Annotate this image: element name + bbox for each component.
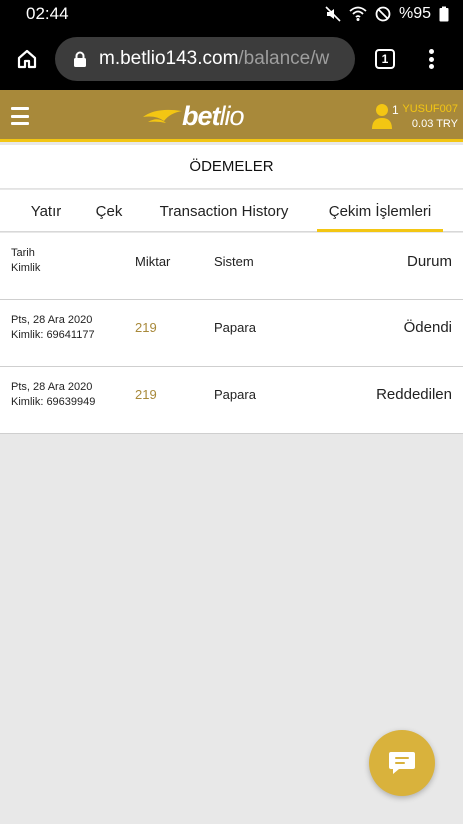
user-balance: 0.03 TRY [411, 118, 458, 130]
username[interactable]: YUSUF007 [402, 103, 458, 115]
transaction-date-id: Pts, 28 Ara 2020 Kimlik: 69639949 [11, 381, 96, 408]
url-host: m.betlio143.com [99, 48, 239, 69]
user-icon[interactable] [371, 102, 393, 130]
table-row: Pts, 28 Ara 2020 Kimlik: 69641177 219 Pa… [0, 300, 463, 367]
page-title-bar: ÖDEMELER [0, 145, 463, 189]
status-bar: 02:44 %95 [0, 0, 463, 28]
url-bar[interactable]: m.betlio143.com/balance/w [55, 37, 355, 81]
tabs-switcher-button[interactable]: 1 [372, 47, 398, 71]
tabs-count: 1 [375, 49, 395, 69]
browser-toolbar: m.betlio143.com/balance/w 1 [0, 28, 463, 90]
more-vert-icon[interactable] [420, 46, 442, 72]
url-path: /balance/w [238, 48, 330, 69]
page-title: ÖDEMELER [189, 158, 274, 175]
home-button[interactable] [0, 28, 54, 90]
status-icons: %95 [325, 5, 449, 23]
transaction-amount: 219 [135, 387, 157, 402]
mute-icon [325, 6, 341, 22]
table-header-row: Tarih Kimlik Miktar Sistem Durum [0, 233, 463, 300]
column-header-date: Tarih Kimlik [11, 247, 41, 274]
column-header-amount: Miktar [135, 254, 171, 269]
column-header-status: Durum [406, 253, 452, 270]
chat-icon [389, 752, 415, 774]
battery-level: %95 [398, 5, 431, 22]
lock-icon [74, 51, 86, 67]
battery-icon [439, 6, 449, 22]
transaction-amount: 219 [135, 320, 157, 335]
transaction-status: Reddedilen [376, 386, 452, 403]
live-chat-button[interactable] [369, 730, 435, 796]
user-notification-count: 1 [392, 103, 399, 117]
status-time: 02:44 [26, 4, 69, 23]
table-row: Pts, 28 Ara 2020 Kimlik: 69639949 219 Pa… [0, 367, 463, 434]
logo-text: betlio [182, 100, 245, 131]
payment-tabs: Yatır Çek Transaction History Çekim İşle… [0, 190, 463, 232]
transaction-date-id: Pts, 28 Ara 2020 Kimlik: 69641177 [11, 314, 95, 341]
column-header-system: Sistem [214, 254, 254, 269]
tab-deposit[interactable]: Yatır [17, 190, 75, 232]
hamburger-icon[interactable] [11, 107, 29, 125]
tab-withdraw[interactable]: Çek [86, 190, 132, 232]
transaction-system: Papara [214, 387, 256, 402]
withdrawal-table: Tarih Kimlik Miktar Sistem Durum Pts, 28… [0, 233, 463, 434]
wifi-icon [349, 6, 367, 21]
transaction-system: Papara [214, 320, 256, 335]
betlio-logo[interactable]: betlio [142, 98, 262, 134]
site-header: betlio 1 YUSUF007 0.03 TRY [0, 90, 463, 142]
do-not-disturb-icon [375, 6, 391, 22]
tab-withdrawal-transactions[interactable]: Çekim İşlemleri [317, 190, 443, 232]
home-icon [17, 49, 37, 69]
transaction-status: Ödendi [403, 319, 452, 336]
tab-transaction-history[interactable]: Transaction History [146, 190, 302, 232]
logo-wing-icon [143, 109, 182, 123]
